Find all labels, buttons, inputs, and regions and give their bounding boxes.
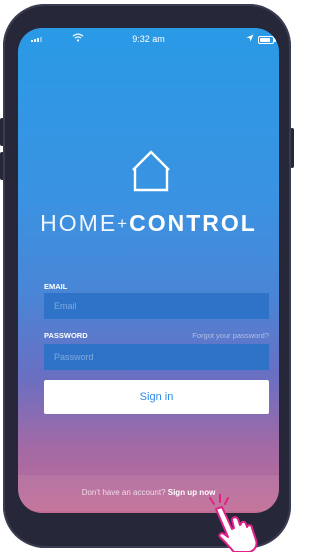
location-icon — [246, 34, 254, 42]
tap-hand-icon — [209, 494, 258, 552]
email-label: EMAIL — [44, 282, 68, 291]
brand-home-text: HOME — [40, 210, 118, 236]
battery-icon — [258, 36, 276, 44]
password-label: PASSWORD — [44, 331, 88, 340]
email-field[interactable] — [44, 293, 269, 319]
status-bar: 9:32 am — [18, 28, 279, 48]
brand-plus: + — [117, 214, 130, 233]
app-screen: 9:32 am HOME+CONTROL EMAIL PASSWORD Forg… — [18, 28, 279, 513]
password-field[interactable] — [44, 344, 269, 370]
brand-wordmark: HOME+CONTROL — [18, 210, 279, 237]
brand-control-text: CONTROL — [129, 210, 257, 236]
status-time: 9:32 am — [132, 34, 165, 44]
sign-in-button[interactable]: Sign in — [44, 380, 269, 414]
signup-prompt-text: Don't have an account? — [81, 488, 166, 497]
home-icon — [132, 150, 170, 192]
phone-frame: 9:32 am HOME+CONTROL EMAIL PASSWORD Forg… — [0, 0, 297, 553]
forgot-password-link[interactable]: Forgot your password? — [192, 331, 269, 340]
